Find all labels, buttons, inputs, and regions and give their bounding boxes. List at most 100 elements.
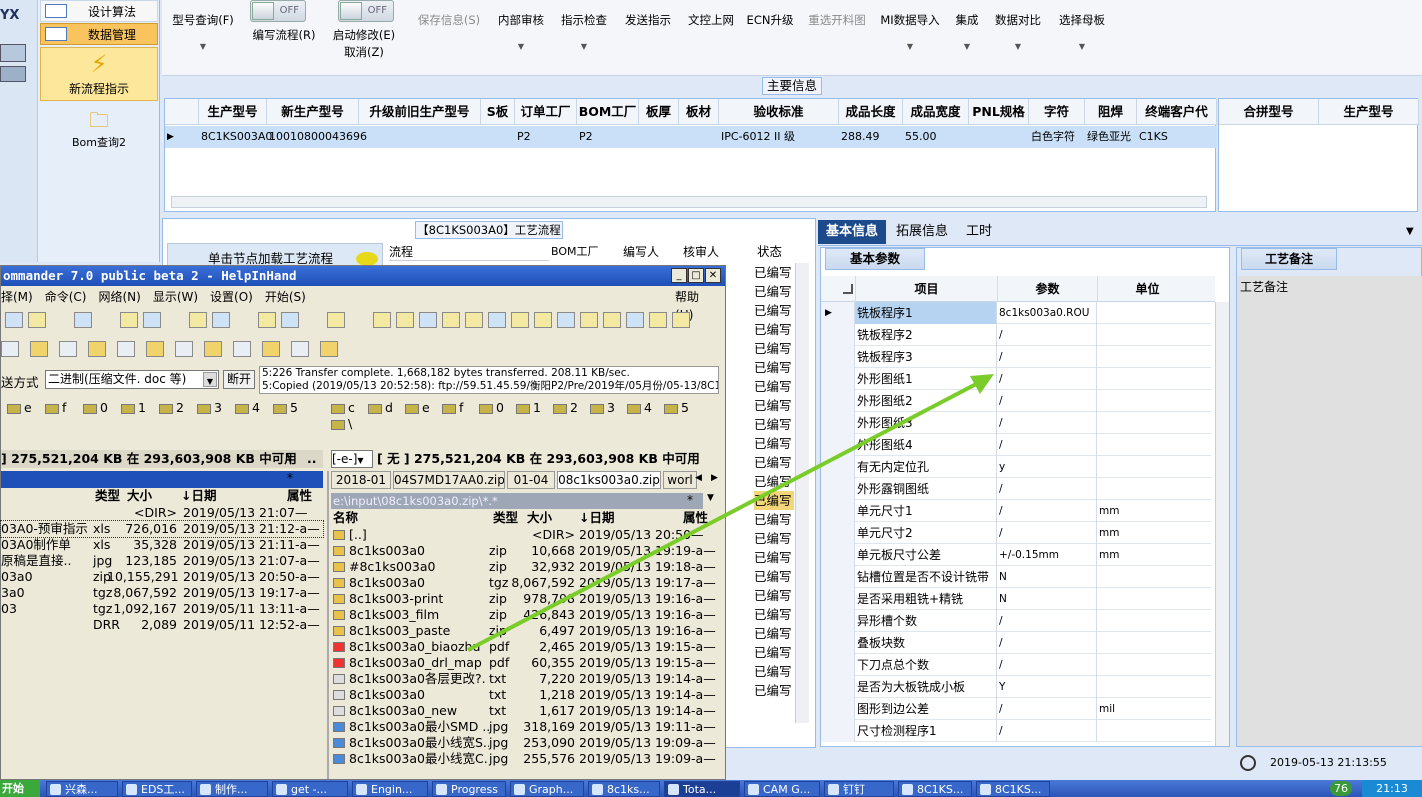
select-master-button[interactable]: 选择母板 ▼ bbox=[1056, 12, 1108, 51]
model-query-button[interactable]: 型号查询(F) ▼ bbox=[168, 12, 238, 51]
list-item[interactable]: 03 tgz 1,092,167 2019/05/11 13:11-a— bbox=[1, 601, 323, 617]
drive-button[interactable]: e bbox=[405, 400, 430, 415]
start-modify-toggle[interactable]: OFF bbox=[338, 0, 394, 22]
new-process-button[interactable]: ⚡ 新流程指示 bbox=[40, 47, 158, 101]
drive-button[interactable]: 3 bbox=[197, 400, 222, 415]
toolbar-icon[interactable] bbox=[30, 341, 48, 357]
toolbar-icon[interactable] bbox=[603, 312, 621, 328]
toolbar-icon[interactable] bbox=[1, 341, 19, 357]
toolbar-icon[interactable] bbox=[262, 341, 280, 357]
list-item[interactable]: <DIR> 2019/05/13 21:07— bbox=[1, 505, 323, 521]
param-value[interactable]: Y bbox=[997, 676, 1097, 698]
toolbar-icon[interactable] bbox=[320, 341, 338, 357]
toolbar-icon[interactable] bbox=[117, 341, 135, 357]
tab-basic-params[interactable]: 基本参数 bbox=[825, 248, 925, 270]
save-info-button[interactable]: 保存信息(S) bbox=[414, 12, 484, 28]
disconnect-button[interactable]: 断开 bbox=[223, 370, 255, 389]
taskbar-item[interactable]: Graph... bbox=[510, 781, 584, 797]
vertical-scrollbar[interactable] bbox=[1215, 302, 1229, 746]
col-header[interactable]: S板 bbox=[481, 99, 515, 125]
col-header[interactable]: ↓日期 bbox=[181, 488, 216, 504]
table-row[interactable]: 铣板程序2/ bbox=[821, 324, 1211, 346]
taskbar-item[interactable]: Engin... bbox=[352, 781, 428, 797]
col-header[interactable]: 新生产型号 bbox=[267, 99, 359, 125]
toolbar-icon[interactable] bbox=[649, 312, 667, 328]
col-header[interactable]: 名称 bbox=[333, 510, 358, 526]
toolbar-icon[interactable] bbox=[672, 312, 690, 328]
toolbar-icon[interactable] bbox=[88, 341, 106, 357]
toolbar-icon[interactable] bbox=[534, 312, 552, 328]
tab-work-hours[interactable]: 工时 bbox=[958, 220, 1000, 244]
col-header[interactable]: 板材 bbox=[679, 99, 719, 125]
param-value[interactable]: / bbox=[997, 324, 1097, 346]
bom-query-button[interactable]: 🗀 Bom查询2 bbox=[40, 106, 158, 154]
transfer-mode-select[interactable]: 二进制(压缩文件. doc 等) ▼ bbox=[45, 370, 219, 389]
list-item[interactable]: 8c1ks003a0_new txt 1,617 2019/05/13 19:14-a… bbox=[331, 703, 721, 719]
toolbar-icon[interactable] bbox=[626, 312, 644, 328]
list-item[interactable]: 8c1ks003a0各层更改?. txt 7,220 2019/05/13 19:14… bbox=[331, 671, 721, 687]
param-value[interactable]: / bbox=[997, 720, 1097, 742]
toolbar-icon[interactable] bbox=[212, 312, 230, 328]
col-header[interactable]: 字符 bbox=[1029, 99, 1085, 125]
ecn-upgrade-button[interactable]: ECN升级 bbox=[746, 12, 794, 28]
table-row[interactable]: 是否为大板铣成小板 Y bbox=[821, 676, 1211, 698]
col-header[interactable]: 属性 bbox=[287, 488, 312, 504]
col-header[interactable]: 生产型号 bbox=[199, 99, 267, 125]
col-header[interactable]: 单位 bbox=[1097, 276, 1197, 302]
list-item[interactable]: DRR 2,089 2019/05/11 12:52-a— bbox=[1, 617, 323, 633]
col-header[interactable]: 参数 bbox=[997, 276, 1097, 302]
col-header[interactable]: 类型 bbox=[95, 488, 120, 504]
col-header[interactable]: 核审人 bbox=[683, 243, 743, 261]
taskbar-item[interactable]: 8C1KS... bbox=[898, 781, 972, 797]
toolbar-icon[interactable] bbox=[327, 312, 345, 328]
menu-item[interactable]: 设置(O) bbox=[210, 290, 253, 304]
col-header[interactable]: 生产型号 bbox=[1319, 99, 1419, 125]
toolbar-icon[interactable] bbox=[373, 312, 391, 328]
toolbar-icon[interactable] bbox=[74, 312, 92, 328]
toolbar-icon[interactable] bbox=[511, 312, 529, 328]
col-header[interactable]: PNL规格 bbox=[969, 99, 1029, 125]
drive-button[interactable]: 0 bbox=[83, 400, 108, 415]
col-header[interactable]: 成品宽度 bbox=[903, 99, 969, 125]
taskbar-item[interactable]: 制作... bbox=[196, 781, 268, 797]
list-item[interactable]: 8c1ks003a0 txt 1,218 2019/05/13 19:14-a— bbox=[331, 687, 721, 703]
toolbar-icon[interactable] bbox=[396, 312, 414, 328]
parent-button[interactable]: .. bbox=[307, 450, 317, 468]
table-row[interactable]: 图形到边公差 / mil bbox=[821, 698, 1211, 720]
toolbar-icon[interactable] bbox=[175, 341, 193, 357]
menu-item[interactable]: 择(M) bbox=[1, 290, 33, 304]
list-item[interactable]: 8c1ks003a0最小线宽S.. jpg 253,090 2019/05/13 19… bbox=[331, 735, 721, 751]
integrate-button[interactable]: 集成 ▼ bbox=[952, 12, 982, 51]
drive-button[interactable]: 4 bbox=[235, 400, 260, 415]
write-flow-toggle[interactable]: OFF bbox=[250, 0, 306, 22]
mi-import-button[interactable]: MI数据导入 ▼ bbox=[878, 12, 942, 51]
taskbar-item[interactable]: EDS工... bbox=[122, 781, 192, 797]
toolbar-icon[interactable] bbox=[291, 341, 309, 357]
tab-extended-info[interactable]: 拓展信息 bbox=[888, 220, 956, 244]
toolbar-icon[interactable] bbox=[488, 312, 506, 328]
menu-item[interactable]: 显示(W) bbox=[153, 290, 198, 304]
toolbar-icon[interactable] bbox=[465, 312, 483, 328]
toolbar-icon[interactable] bbox=[146, 341, 164, 357]
table-row[interactable]: 尺寸检测程序1/ bbox=[821, 720, 1211, 742]
toolbar-icon[interactable] bbox=[28, 312, 46, 328]
taskbar-item[interactable]: get -... bbox=[272, 781, 348, 797]
tab-folder[interactable]: 2018-01 bbox=[331, 471, 391, 489]
internal-review-button[interactable]: 内部审核 ▼ bbox=[496, 12, 546, 51]
col-header[interactable]: 编写人 bbox=[623, 243, 683, 261]
drive-button[interactable]: f bbox=[45, 400, 66, 415]
col-header[interactable]: 订单工厂 bbox=[515, 99, 577, 125]
taskbar-item[interactable]: Progress bbox=[432, 781, 506, 797]
col-header[interactable]: 板厚 bbox=[639, 99, 679, 125]
notes-area[interactable]: 工艺备注 bbox=[1237, 276, 1422, 746]
table-row[interactable]: ▶ 8C1KS003A0 10010800043696 P2 P2 IPC-60… bbox=[165, 126, 1217, 148]
send-instruction-button[interactable]: 发送指示 bbox=[622, 12, 674, 28]
col-header[interactable]: 阻焊 bbox=[1085, 99, 1137, 125]
toolbar-icon[interactable] bbox=[419, 312, 437, 328]
list-item[interactable]: 8c1ks003a0最小SMD .. jpg 318,169 2019/05/13 1… bbox=[331, 719, 721, 735]
toolbar-icon[interactable] bbox=[281, 312, 299, 328]
toolbar-icon[interactable] bbox=[5, 312, 23, 328]
taskbar-item[interactable]: 钉钉 bbox=[824, 781, 894, 797]
drive-button[interactable]: \ bbox=[331, 416, 352, 431]
toolbar-icon[interactable] bbox=[580, 312, 598, 328]
